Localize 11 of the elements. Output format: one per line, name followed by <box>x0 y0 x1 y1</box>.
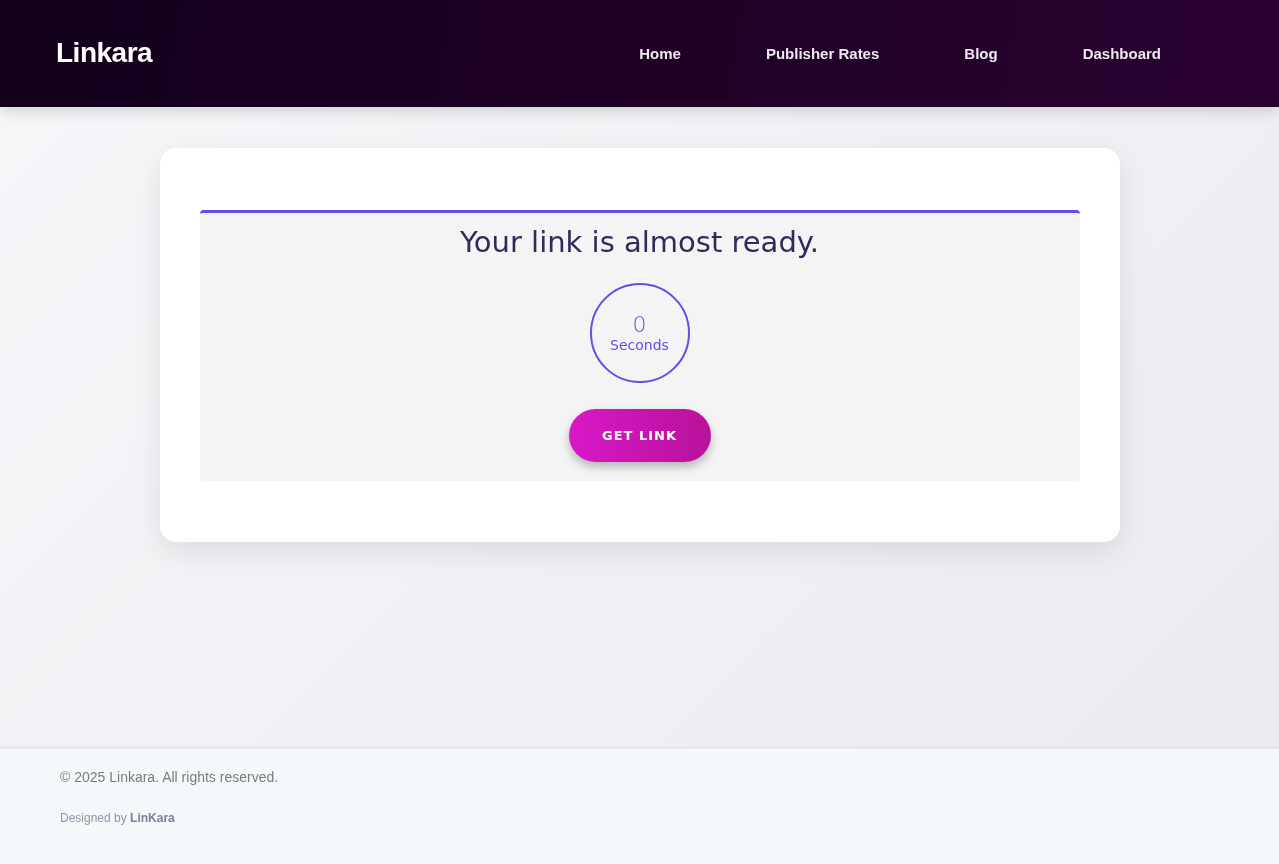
copyright-text: © 2025 Linkara. All rights reserved. <box>60 769 280 785</box>
countdown-number: 0 <box>632 312 647 338</box>
nav-link[interactable]: Publisher Rates <box>765 45 880 62</box>
countdown-unit: Seconds <box>610 337 669 354</box>
nav-link[interactable]: Blog <box>964 45 998 62</box>
credit-text: Designed by LinKara <box>60 811 176 825</box>
nav-link[interactable]: Home <box>639 45 681 62</box>
get-link-button[interactable]: GET LINK <box>568 409 711 462</box>
site-logo[interactable]: Linkara <box>56 36 153 69</box>
page-title: Your link is almost ready. <box>459 225 820 259</box>
nav-link[interactable]: Dashboard <box>1082 45 1161 62</box>
